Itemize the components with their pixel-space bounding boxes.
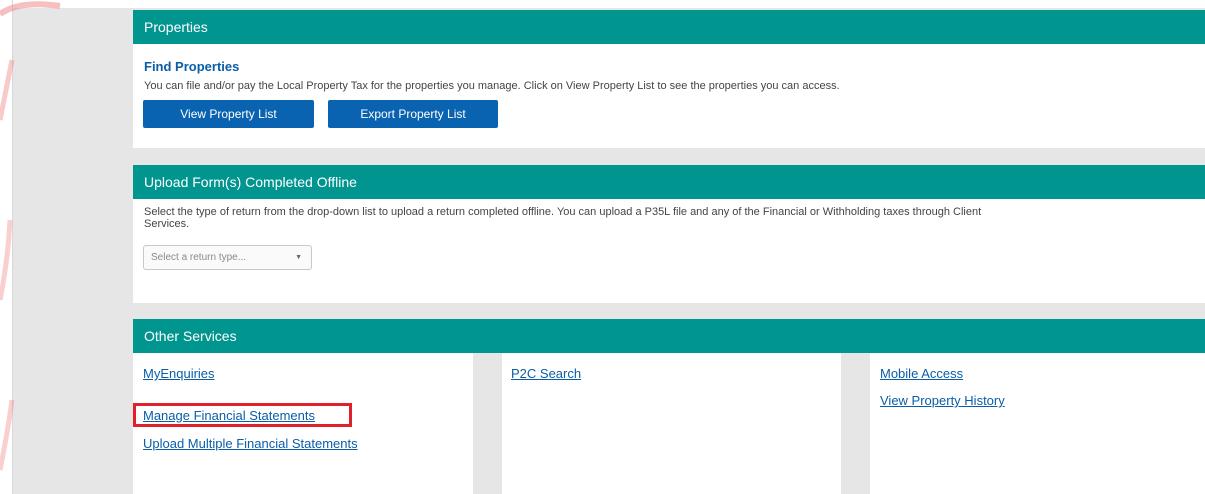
p2c-search-link[interactable]: P2C Search — [511, 366, 581, 381]
services-column-1: MyEnquiries Manage Financial Statements … — [133, 353, 473, 494]
chevron-down-icon: ▼ — [295, 254, 302, 261]
properties-panel: Properties Find Properties You can file … — [133, 10, 1205, 148]
export-property-list-button[interactable]: Export Property List — [328, 100, 498, 128]
upload-description-line2: Services. — [144, 218, 190, 230]
upload-description-line1: Select the type of return from the drop-… — [144, 206, 982, 218]
find-properties-title: Find Properties — [144, 59, 240, 74]
other-services-panel: Other Services MyEnquiries Manage Financ… — [133, 319, 1205, 494]
manage-financial-statements-link[interactable]: Manage Financial Statements — [143, 408, 315, 423]
other-services-header: Other Services — [133, 319, 1205, 353]
view-property-history-link[interactable]: View Property History — [880, 393, 1005, 408]
return-type-select[interactable]: Select a return type... ▼ — [143, 245, 312, 270]
watermark-decoration — [0, 1, 61, 471]
upload-panel: Upload Form(s) Completed Offline Select … — [133, 165, 1205, 303]
properties-description: You can file and/or pay the Local Proper… — [144, 80, 840, 92]
view-property-list-button[interactable]: View Property List — [143, 100, 314, 128]
myenquiries-link[interactable]: MyEnquiries — [143, 366, 215, 381]
left-edge — [0, 0, 13, 494]
properties-header: Properties — [133, 10, 1205, 44]
upload-header: Upload Form(s) Completed Offline — [133, 165, 1205, 199]
upload-multiple-financial-statements-link[interactable]: Upload Multiple Financial Statements — [143, 436, 358, 451]
mobile-access-link[interactable]: Mobile Access — [880, 366, 963, 381]
services-column-2: P2C Search — [502, 353, 841, 494]
return-type-select-value: Select a return type... — [151, 252, 247, 263]
services-column-3: Mobile Access View Property History — [870, 353, 1205, 494]
top-strip — [0, 0, 1205, 8]
